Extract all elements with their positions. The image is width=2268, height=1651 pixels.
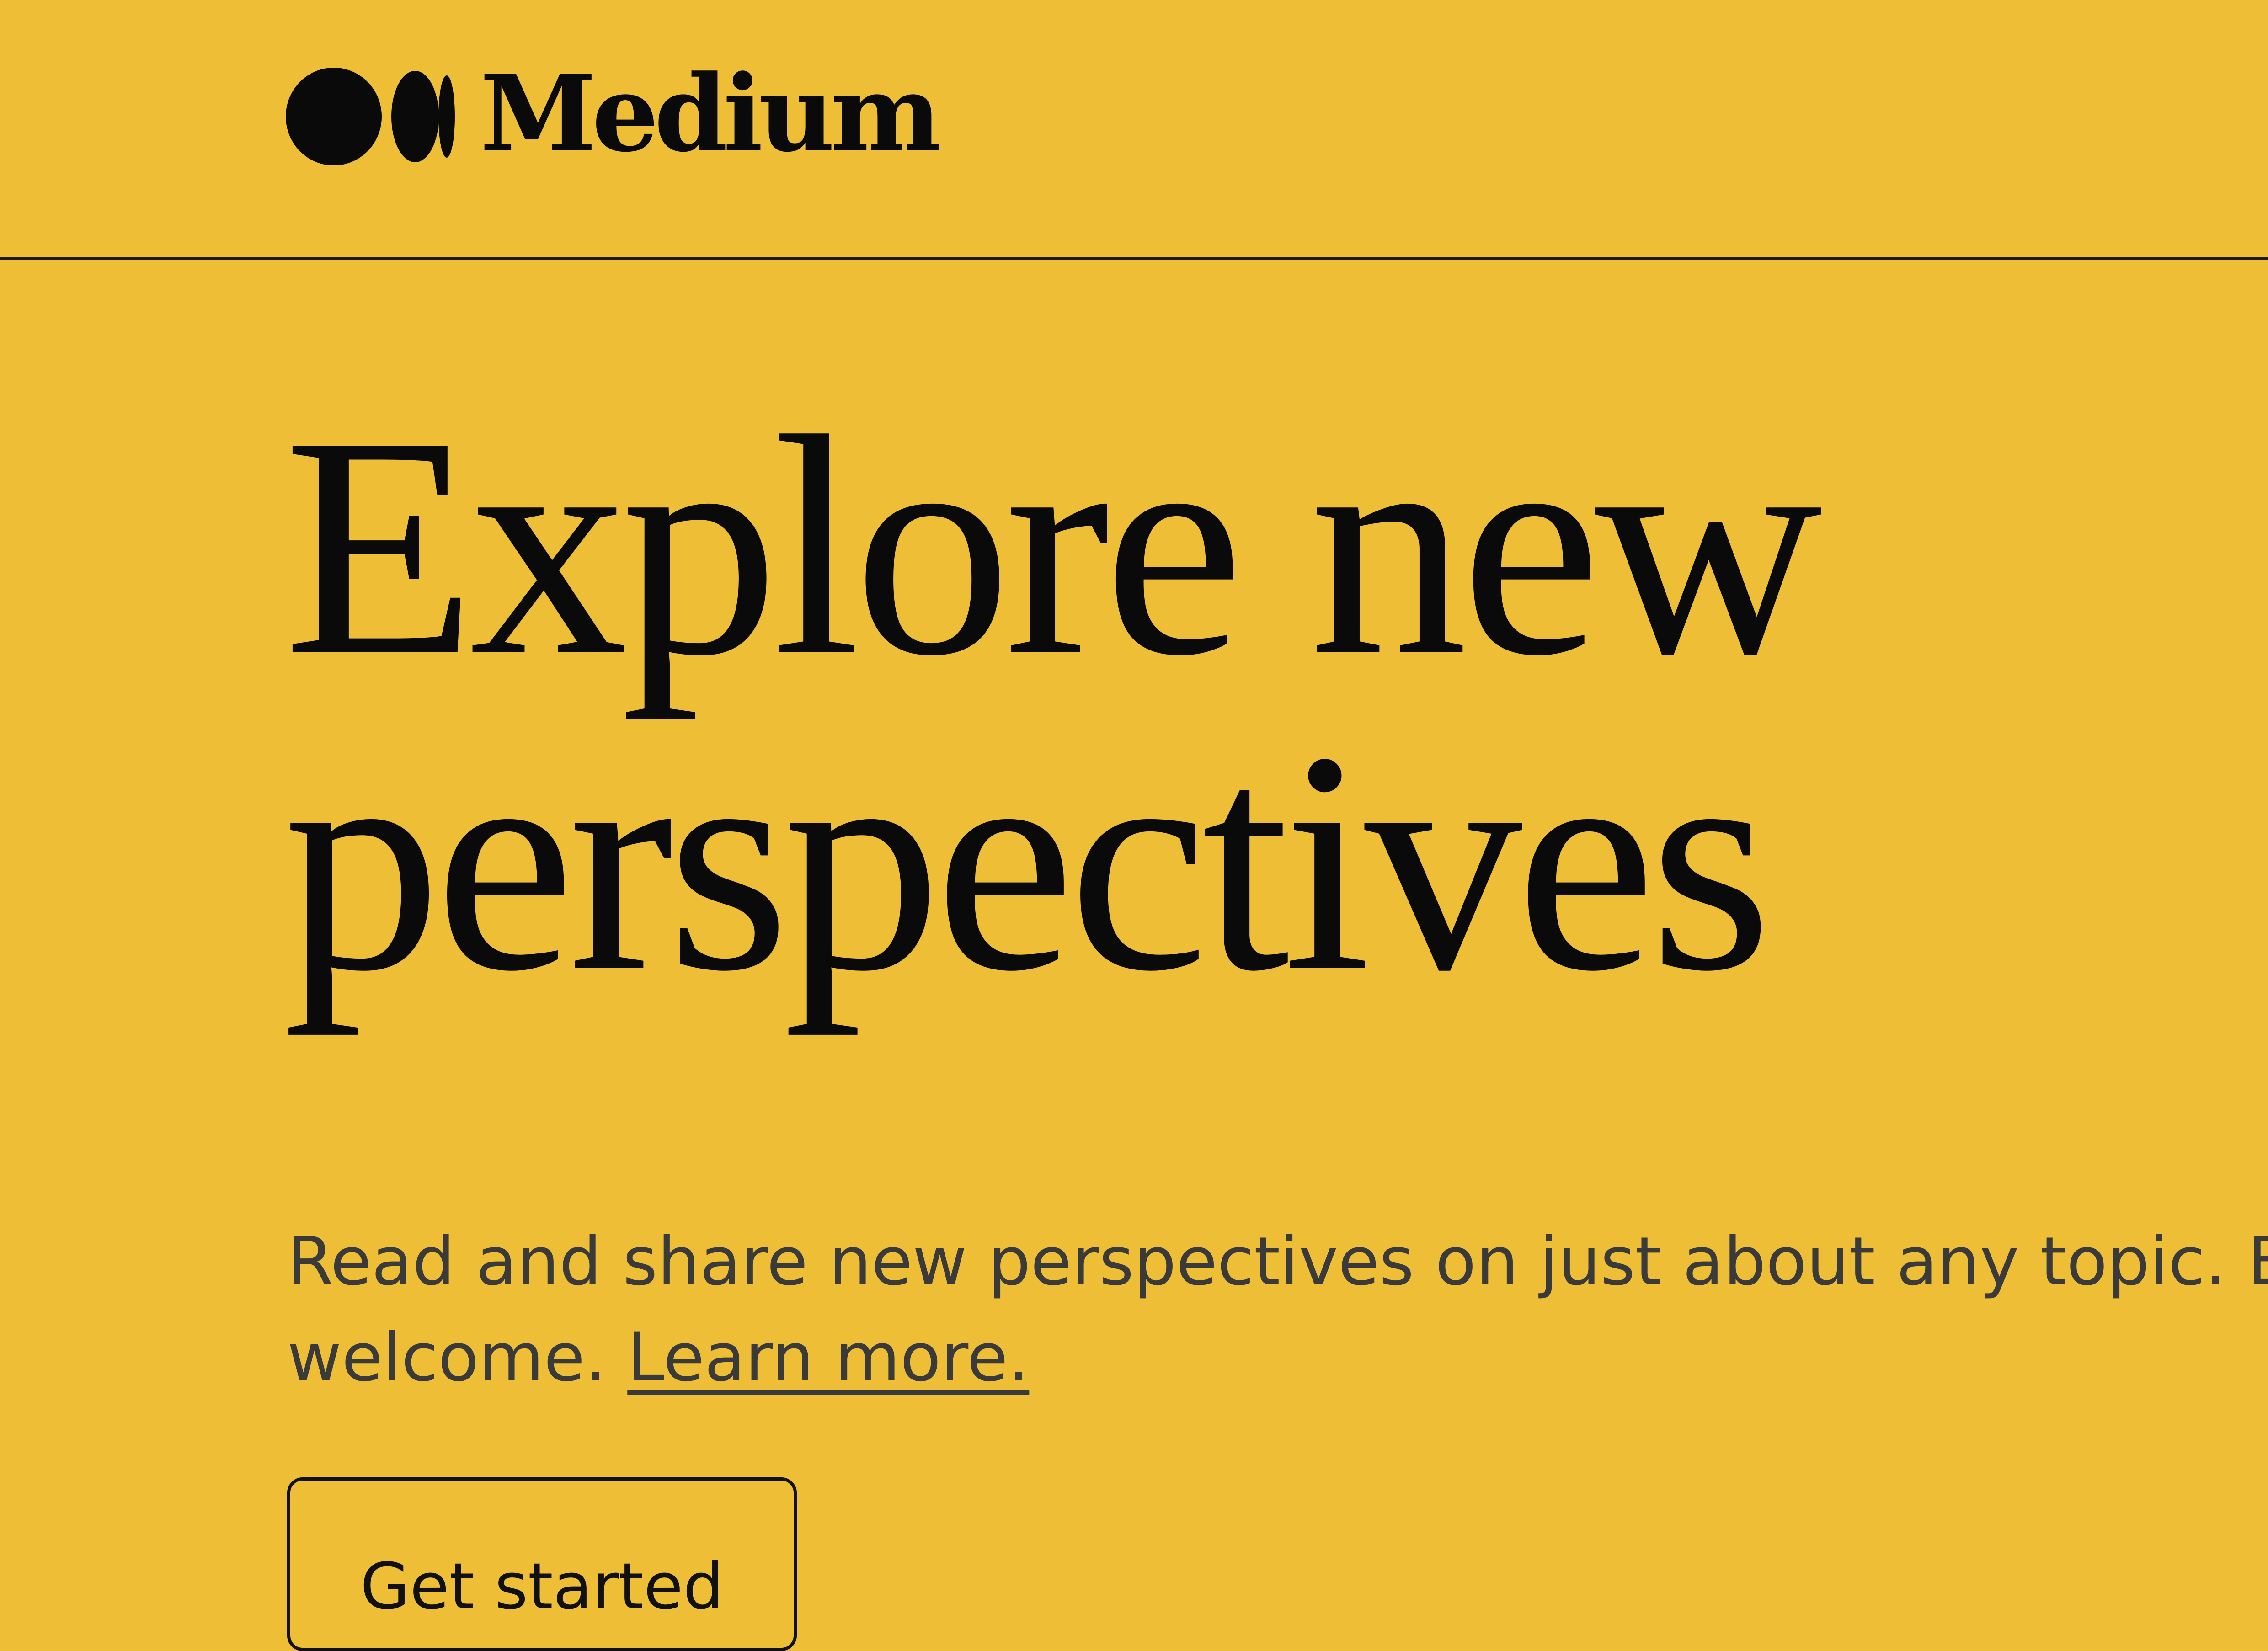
medium-logo-icon	[286, 68, 455, 165]
hero-subtitle-line-2: welcome. Learn more.	[287, 1310, 2268, 1406]
logo-wordmark: Medium	[480, 52, 942, 176]
hero-subtitle-line-1: Read and share new perspectives on just …	[287, 1223, 2268, 1300]
landing-page: Medium Explore new perspectives Read and…	[0, 0, 2268, 1651]
hero-title-line-2: perspectives	[283, 687, 1772, 1036]
medium-logo[interactable]: Medium	[286, 52, 942, 176]
top-header: Medium	[0, 0, 2268, 260]
hero-title-line-1: Explore new	[283, 372, 1822, 721]
hero-subtitle: Read and share new perspectives on just …	[287, 1214, 2268, 1406]
learn-more-link[interactable]: Learn more.	[627, 1319, 1029, 1396]
hero-title: Explore new perspectives	[283, 389, 2249, 1019]
hero-subtitle-line-2-text: welcome.	[287, 1319, 628, 1396]
get-started-button[interactable]: Get started	[287, 1477, 797, 1651]
